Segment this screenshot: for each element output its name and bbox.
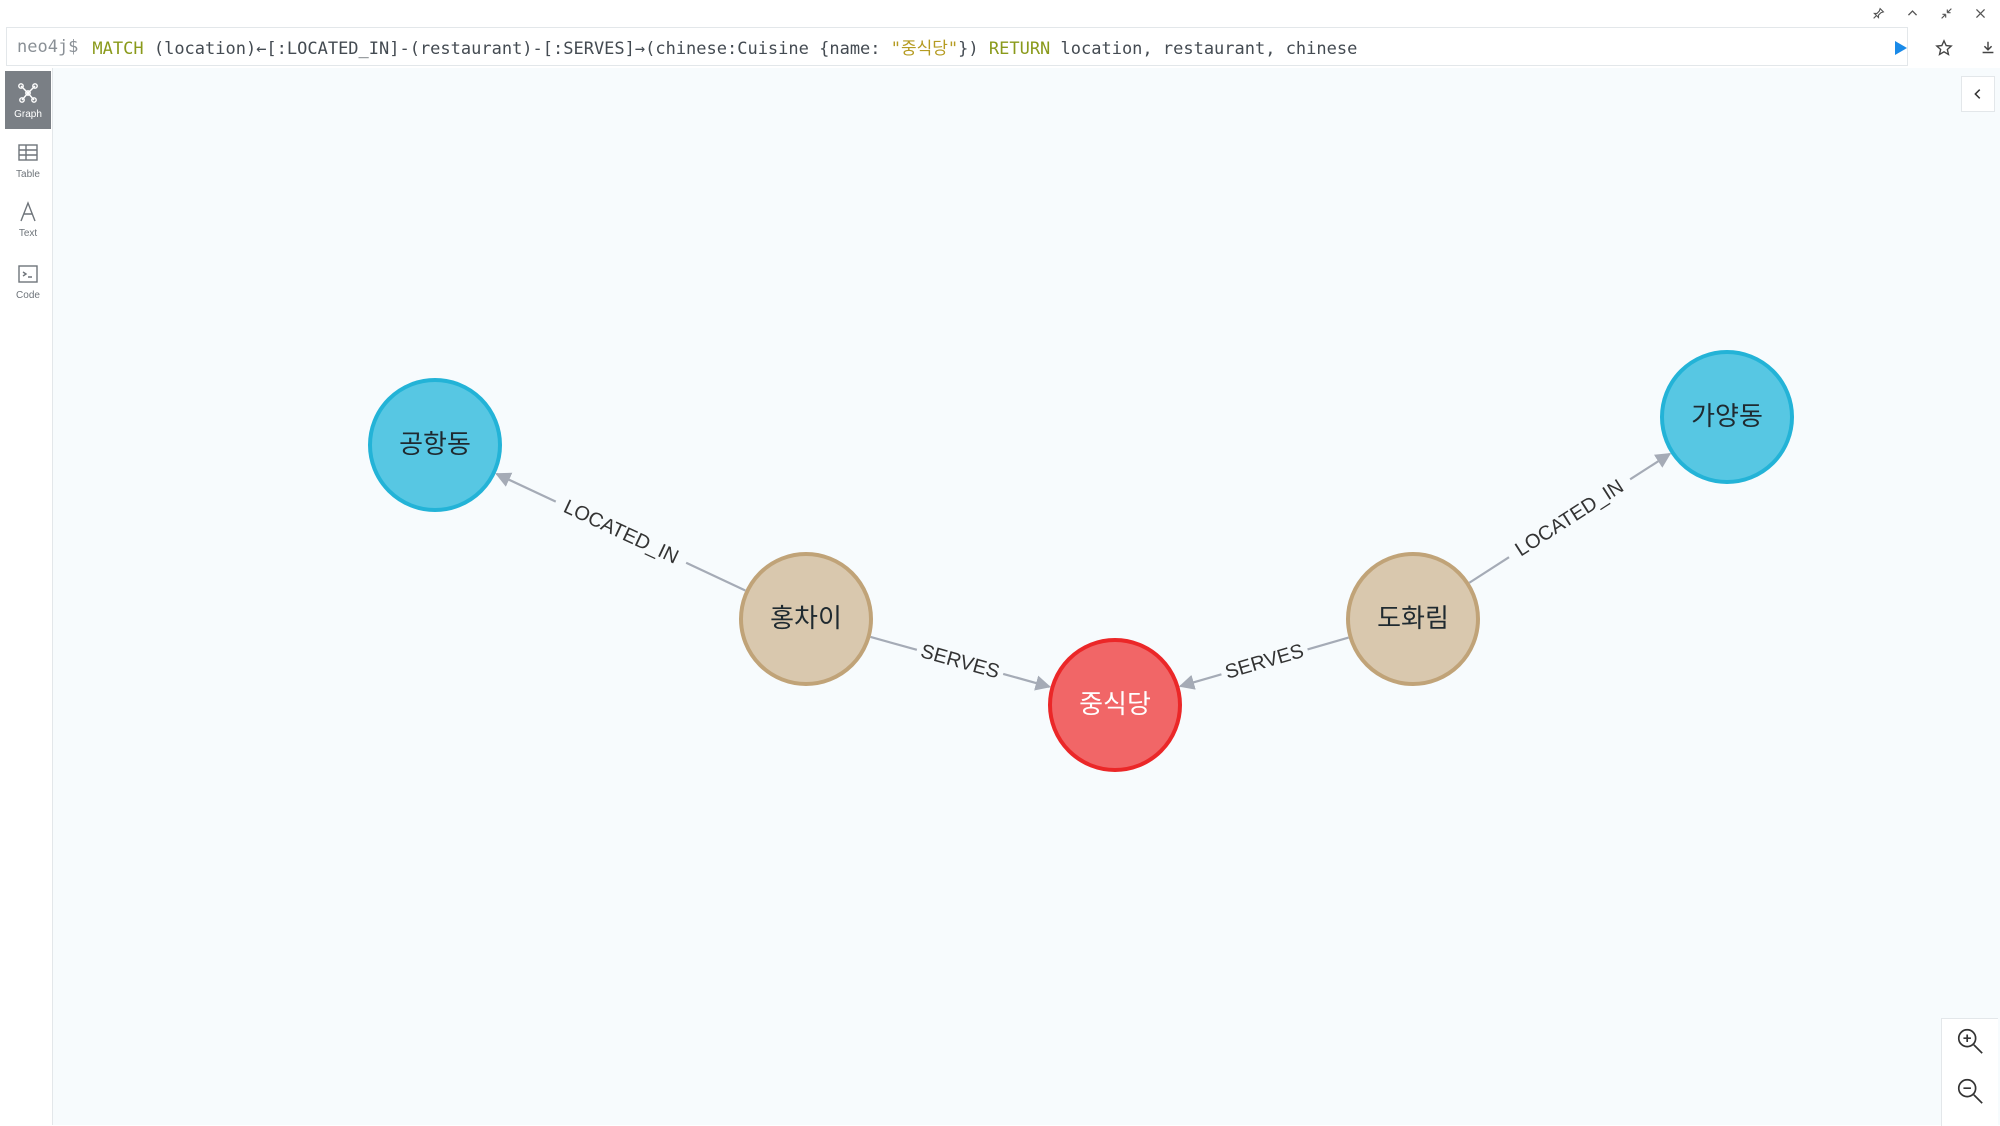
relationship-serves[interactable]: SERVES xyxy=(1178,636,1349,690)
relationship-arrow xyxy=(1178,673,1222,690)
node-label: 공항동 xyxy=(399,430,471,460)
node-label: 중식당 xyxy=(1079,690,1151,720)
node-label: 도화림 xyxy=(1377,604,1449,634)
node-cuisine[interactable]: 중식당 xyxy=(1048,638,1182,772)
relationship-line xyxy=(1468,556,1510,584)
node-location[interactable]: 공항동 xyxy=(368,378,502,512)
neo4j-browser-frame: neo4j$ MATCH (location)←[:LOCATED_IN]-(r… xyxy=(0,0,2000,1126)
node-restaurant[interactable]: 홍차이 xyxy=(739,552,873,686)
relationship-line xyxy=(685,561,746,592)
relationship-line xyxy=(1307,636,1349,651)
node-label: 가양동 xyxy=(1691,402,1763,432)
nodes-layer: 공항동 가양동홍차이 도화림중식당 xyxy=(368,350,1794,772)
zoom-out-button[interactable] xyxy=(1952,1073,1988,1109)
relationship-arrow xyxy=(1002,672,1051,691)
relationship-located-in[interactable]: LOCATED_IN xyxy=(495,472,746,592)
relationship-label: LOCATED_IN xyxy=(1511,475,1627,561)
relationship-label: SERVES xyxy=(918,640,1002,683)
relationship-label: SERVES xyxy=(1223,640,1307,684)
zoom-in-button[interactable] xyxy=(1952,1023,1988,1059)
zoom-controls xyxy=(1941,1018,1998,1126)
relationship-serves[interactable]: SERVES xyxy=(870,635,1051,691)
collapse-panel-button[interactable] xyxy=(1961,76,1995,112)
chevron-left-icon xyxy=(1974,89,1981,99)
relationship-located-in[interactable]: LOCATED_IN xyxy=(1468,452,1672,584)
relationship-label: LOCATED_IN xyxy=(560,496,682,569)
relationship-arrow xyxy=(1629,452,1672,481)
zoom-out-icon xyxy=(1957,1078,1983,1104)
node-location[interactable]: 가양동 xyxy=(1660,350,1794,484)
zoom-in-icon xyxy=(1957,1028,1983,1054)
node-label: 홍차이 xyxy=(770,604,842,634)
relationship-line xyxy=(870,635,918,651)
relationship-arrow xyxy=(495,472,557,503)
node-restaurant[interactable]: 도화림 xyxy=(1346,552,1480,686)
graph-visualization[interactable]: LOCATED_IN LOCATED_IN SERVES SERVES 공항동 가양동홍… xyxy=(0,0,2000,1125)
